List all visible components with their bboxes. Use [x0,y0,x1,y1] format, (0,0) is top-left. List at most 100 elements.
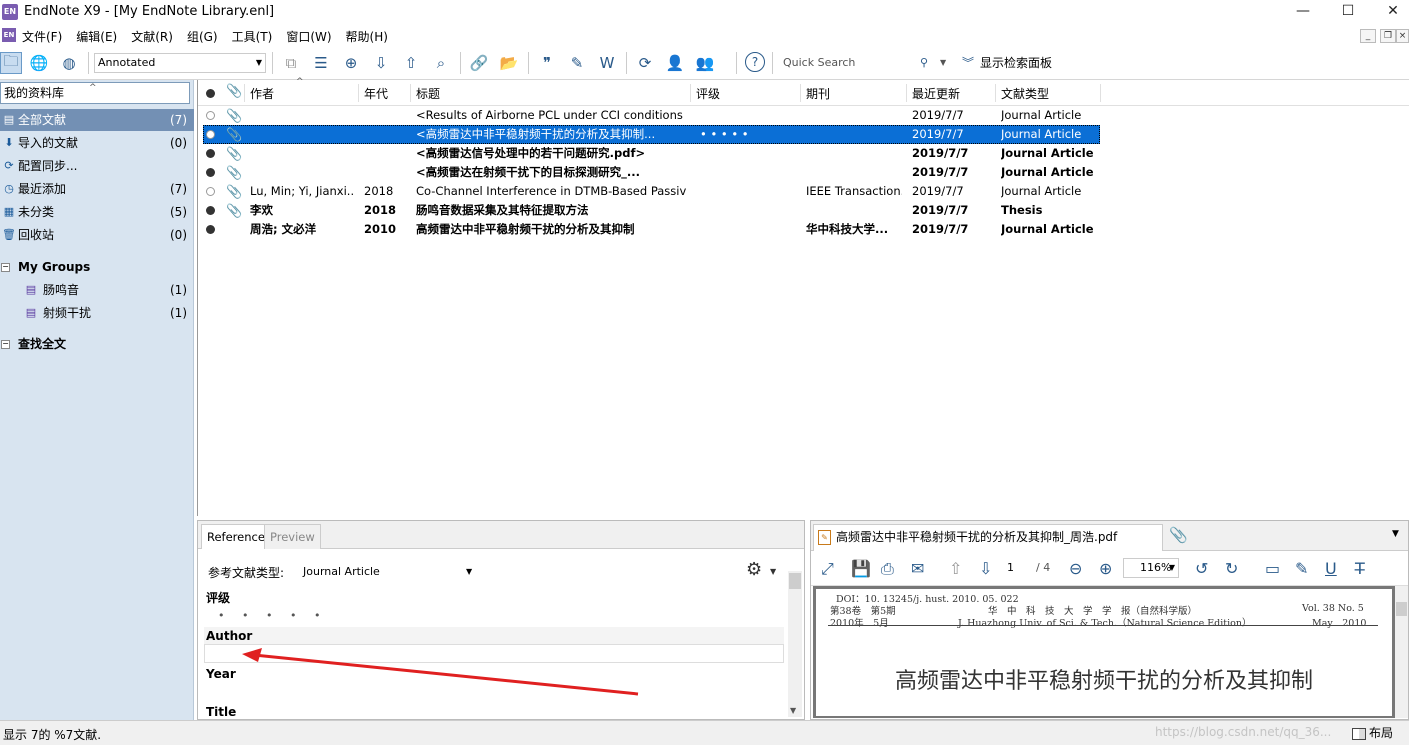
find-fulltext-section[interactable]: − 查找全文 [0,333,194,355]
mdi-restore-button[interactable]: ❐ [1380,29,1396,43]
menu-file[interactable]: 文件(F) [22,28,62,45]
my-groups-section[interactable]: − My Groups [0,256,194,278]
page-down-icon[interactable]: ⇩ [979,559,992,578]
group-unfiled[interactable]: ▦ 未分类 (5) [0,201,194,223]
table-row[interactable]: 📎 <高频雷达在射频干扰下的目标探测研究_... 2019/7/7 Journal A… [198,163,1409,182]
pdf-page-area[interactable]: DOI：10. 13245/j. hust. 2010. 05. 022 第38… [813,586,1395,718]
minimize-button[interactable]: — [1280,0,1326,24]
help-icon[interactable]: ? [745,52,765,72]
read-dot-icon[interactable] [206,187,215,196]
column-last-updated[interactable]: 最近更新 [912,85,960,102]
settings-gear-icon[interactable]: ⚙ ▼ [746,559,776,580]
reference-type-select[interactable]: Journal Article [303,565,380,578]
highlight-icon[interactable]: ✎ [1295,559,1308,578]
endnote-doc-icon[interactable]: EN [2,28,16,42]
attachment-icon[interactable]: 📎 [1169,526,1188,544]
tab-preview[interactable]: Preview [264,524,321,549]
column-journal[interactable]: 期刊 [806,85,830,102]
read-status-column-icon[interactable] [206,89,215,98]
comment-icon[interactable]: ▭ [1265,559,1280,578]
unread-dot-icon[interactable] [206,149,215,158]
group-rf-interference[interactable]: ▤ 射频干扰 (1) [0,302,194,324]
export-icon[interactable]: ⇧ [400,52,422,74]
unread-dot-icon[interactable] [206,168,215,177]
underline-icon[interactable]: U [1325,559,1337,578]
unread-dot-icon[interactable] [206,225,215,234]
share-library-icon[interactable]: 👤 [664,52,686,74]
unread-dot-icon[interactable] [206,206,215,215]
column-rating[interactable]: 评级 [696,85,720,102]
open-file-icon[interactable]: 📂 [498,52,520,74]
read-dot-icon[interactable] [206,111,215,120]
new-reference-icon[interactable]: ☰ [310,52,332,74]
close-button[interactable]: ✕ [1370,0,1409,24]
attachment-icon[interactable]: 📎 [226,107,242,126]
save-icon[interactable]: 💾 [851,559,871,578]
quick-search-input[interactable]: Quick Search ⚲ ▼ [778,53,950,73]
maximize-button[interactable]: ☐ [1325,0,1371,24]
chevron-down-icon[interactable]: ▼ [466,567,472,576]
tab-reference[interactable]: Reference [201,524,271,549]
rotate-left-icon[interactable]: ↺ [1195,559,1208,578]
collapse-icon[interactable]: − [1,340,10,349]
chevron-down-icon[interactable]: ▼ [1392,529,1399,539]
open-external-icon[interactable]: ⤢ [821,559,834,579]
word-icon[interactable]: W [596,52,618,74]
show-search-panel-button[interactable]: ︾ 显示检索面板 [962,54,1052,71]
table-row[interactable]: 周浩; 文必洋 2010 高频雷达中非平稳射频干扰的分析及其抑制 华中科技大学... 2… [198,220,1409,239]
format-bibliography-icon[interactable]: ✎ [566,52,588,74]
pdf-scrollbar[interactable] [1395,586,1408,718]
rating-stars[interactable]: • • • • • [218,609,327,622]
page-number-input[interactable]: 1 [1007,561,1014,574]
table-row[interactable]: 📎 <高频雷达信号处理中的若干问题研究.pdf> 2019/7/7 Journal A… [198,144,1409,163]
insert-citation-icon[interactable]: ❞ [536,52,558,74]
import-icon[interactable]: ⇩ [370,52,392,74]
scrollbar-thumb[interactable] [789,573,801,589]
editor-scrollbar[interactable]: ▼ [788,571,802,717]
copy-library-icon[interactable]: ⧉ [280,52,302,74]
page-up-icon[interactable]: ⇧ [949,559,962,578]
chevron-down-icon[interactable]: ▼ [940,53,946,73]
column-author[interactable]: 作者 [250,85,274,102]
local-library-icon[interactable]: 🗀 [0,52,22,74]
integrated-library-icon[interactable]: ◍ [58,52,80,74]
group-all-references[interactable]: ▤ 全部文献 (7) [0,109,194,131]
pdf-tab[interactable]: ✎ 高频雷达中非平稳射频干扰的分析及其抑制_周浩.pdf [813,524,1163,551]
email-icon[interactable]: ✉ [911,559,924,578]
open-link-icon[interactable]: 🔗 [468,52,490,74]
menu-tools[interactable]: 工具(T) [232,28,273,45]
zoom-out-icon[interactable]: ⊖ [1069,559,1082,578]
output-style-select[interactable]: Annotated ▼ [94,53,266,73]
group-bowel-sounds[interactable]: ▤ 肠鸣音 (1) [0,279,194,301]
table-row[interactable]: 📎 李欢 2018 肠鸣音数据采集及其特征提取方法 2019/7/7 Thesis [198,201,1409,220]
attachment-icon[interactable]: 📎 [226,126,242,145]
online-search-icon[interactable]: 🌐 [28,52,50,74]
library-header[interactable]: 我的资料库 ^ [0,82,190,104]
attachment-column-icon[interactable]: 📎 [226,84,242,99]
read-dot-icon[interactable] [206,130,215,139]
table-row[interactable]: 📎 <Results of Airborne PCL under CCI cond… [198,106,1409,125]
sync-icon[interactable]: ⟳ [634,52,656,74]
attachment-icon[interactable]: 📎 [226,183,242,202]
column-reference-type[interactable]: 文献类型 [1001,85,1049,102]
table-row[interactable]: 📎 Lu, Min; Yi, Jianxi... 2018 Co-Channel In… [198,182,1409,201]
menu-edit[interactable]: 编辑(E) [76,28,117,45]
group-imported[interactable]: ⬇ 导入的文献 (0) [0,132,194,154]
mdi-minimize-button[interactable]: _ [1360,29,1376,43]
menu-references[interactable]: 文献(R) [131,28,173,45]
search-icon[interactable]: ⚲ [920,53,928,73]
share-group-icon[interactable]: 👥 [694,52,716,74]
print-icon[interactable]: ⎙ [881,559,894,579]
menu-groups[interactable]: 组(G) [187,28,218,45]
scrollbar-thumb[interactable] [1396,602,1407,616]
attachment-icon[interactable]: 📎 [226,202,242,221]
zoom-select[interactable]: 116% ▼ [1123,558,1179,578]
attachment-icon[interactable]: 📎 [226,145,242,164]
strikethrough-icon[interactable]: T̶ [1355,559,1365,578]
group-recently-added[interactable]: ◷ 最近添加 (7) [0,178,194,200]
find-fulltext-icon[interactable]: ⌕ [430,52,452,74]
mdi-close-button[interactable]: × [1396,29,1409,43]
group-trash[interactable]: 🗑 回收站 (0) [0,224,194,246]
column-title[interactable]: 标题 [416,85,440,102]
collapse-icon[interactable]: − [1,263,10,272]
